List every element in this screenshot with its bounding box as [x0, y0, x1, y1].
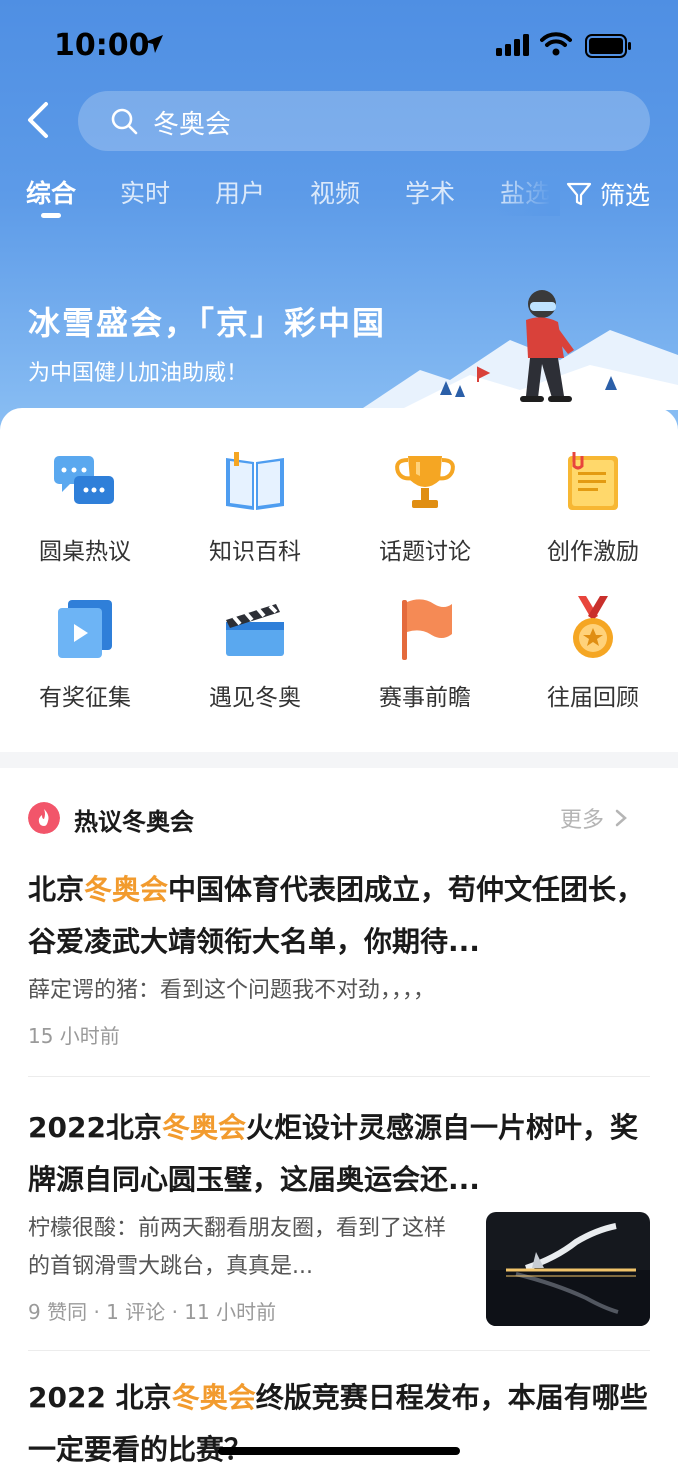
- feature-grid: 圆桌热议 知识百科 话题讨论 创作激励 有奖征集 遇见冬奥 赛事前瞻 往届回顾: [0, 408, 678, 752]
- tab-realtime[interactable]: 实时: [120, 174, 170, 210]
- keyword-highlight: 冬奥会: [84, 873, 169, 906]
- chat-bubbles-icon: [54, 456, 114, 504]
- flame-icon: [28, 802, 60, 834]
- more-label: 更多: [560, 808, 605, 833]
- keyword-highlight: 冬奥会: [171, 1381, 256, 1414]
- grid-item-past-review[interactable]: 往届回顾: [508, 594, 678, 712]
- grid-label: 往届回顾: [547, 685, 639, 711]
- tab-video[interactable]: 视频: [310, 174, 360, 210]
- filter-button[interactable]: 筛选: [566, 174, 650, 214]
- tab-active-indicator: [41, 213, 61, 218]
- grid-item-roundtable[interactable]: 圆桌热议: [0, 448, 170, 566]
- status-bar: 10:00: [0, 0, 678, 88]
- section-title: 热议冬奥会: [74, 808, 194, 836]
- article-item[interactable]: 北京冬奥会中国体育代表团成立，苟仲文任团长，谷爱凌武大靖领衔大名单，你期待...…: [28, 864, 650, 1049]
- search-input[interactable]: 冬奥会: [78, 91, 650, 151]
- article-title: 2022北京冬奥会火炬设计灵感源自一片树叶，奖牌源自同心圆玉璧，这届奥运会还..…: [28, 1111, 638, 1196]
- clapperboard-icon: [226, 604, 284, 656]
- article-item[interactable]: 2022 北京冬奥会终版竞赛日程发布，本届有哪些一定要看的比赛？: [28, 1372, 650, 1472]
- video-play-icon: [58, 600, 112, 658]
- grid-label: 有奖征集: [39, 685, 131, 711]
- article-title: 2022 北京冬奥会终版竞赛日程发布，本届有哪些一定要看的比赛？: [28, 1381, 648, 1466]
- grid-item-topic-discussion[interactable]: 话题讨论: [340, 448, 510, 566]
- grid-item-prize-collection[interactable]: 有奖征集: [0, 594, 170, 712]
- search-icon: [111, 108, 138, 135]
- chevron-right-icon: [615, 809, 627, 827]
- article-excerpt: 薛定谔的猪：看到这个问题我不对劲，，，，: [28, 978, 436, 1003]
- open-book-icon: [226, 452, 284, 510]
- grid-label: 创作激励: [547, 539, 639, 565]
- ski-jump-night-thumbnail[interactable]: [486, 1212, 650, 1326]
- filter-label: 筛选: [600, 181, 651, 210]
- medal-icon: [573, 596, 613, 658]
- hot-discussion-section: 热议冬奥会 更多 北京冬奥会中国体育代表团成立，苟仲文任团长，谷爱凌武大靖领衔大…: [0, 768, 678, 1472]
- grid-item-meet-winter-olympics[interactable]: 遇见冬奥: [170, 594, 340, 712]
- grid-item-creation-incentive[interactable]: 创作激励: [508, 448, 678, 566]
- tab-users[interactable]: 用户: [215, 174, 265, 210]
- keyword-highlight: 冬奥会: [161, 1111, 246, 1144]
- signal-icon: [496, 34, 529, 56]
- article-meta: 9 赞同 · 1 评论 · 11 小时前: [28, 1300, 277, 1324]
- banner-subtitle: 为中国健儿加油助威！: [28, 361, 249, 386]
- grid-label: 圆桌热议: [39, 539, 131, 565]
- divider: [28, 1350, 650, 1351]
- more-link[interactable]: 更多: [560, 802, 628, 834]
- location-arrow-icon: [145, 35, 163, 53]
- wifi-icon: [540, 32, 572, 56]
- notepad-icon: [568, 452, 618, 510]
- tab-fade-overlay: [496, 176, 560, 216]
- article-title: 北京冬奥会中国体育代表团成立，苟仲文任团长，谷爱凌武大靖领衔大名单，你期待...: [28, 873, 645, 958]
- home-indicator: [218, 1447, 460, 1455]
- grid-item-encyclopedia[interactable]: 知识百科: [170, 448, 340, 566]
- trophy-icon: [395, 456, 455, 508]
- grid-label: 遇见冬奥: [209, 685, 301, 711]
- back-icon[interactable]: [22, 100, 56, 140]
- tab-comprehensive[interactable]: 综合: [26, 174, 76, 210]
- banner-title: 冰雪盛会，「京」彩中国: [28, 304, 387, 342]
- hero-header: 10:00 冬奥会 综合 实时 用户 视频 学术 筛选 冰雪盛会，「京」彩中国 …: [0, 0, 678, 440]
- grid-label: 赛事前瞻: [379, 685, 471, 711]
- filter-icon: [566, 182, 592, 206]
- status-time: 10:00: [54, 28, 150, 63]
- search-query: 冬奥会: [153, 110, 232, 140]
- grid-label: 话题讨论: [379, 539, 471, 565]
- tab-academic[interactable]: 学术: [405, 174, 455, 210]
- grid-item-event-preview[interactable]: 赛事前瞻: [340, 594, 510, 712]
- flag-icon: [402, 599, 452, 660]
- article-meta: 15 小时前: [28, 1024, 120, 1048]
- grid-label: 知识百科: [209, 539, 301, 565]
- divider: [28, 1076, 650, 1077]
- battery-icon: [585, 34, 631, 58]
- skier-illustration: [520, 290, 574, 402]
- article-excerpt: 柠檬很酸：前两天翻看朋友圈，看到了这样的首钢滑雪大跳台，真真是...: [28, 1216, 447, 1279]
